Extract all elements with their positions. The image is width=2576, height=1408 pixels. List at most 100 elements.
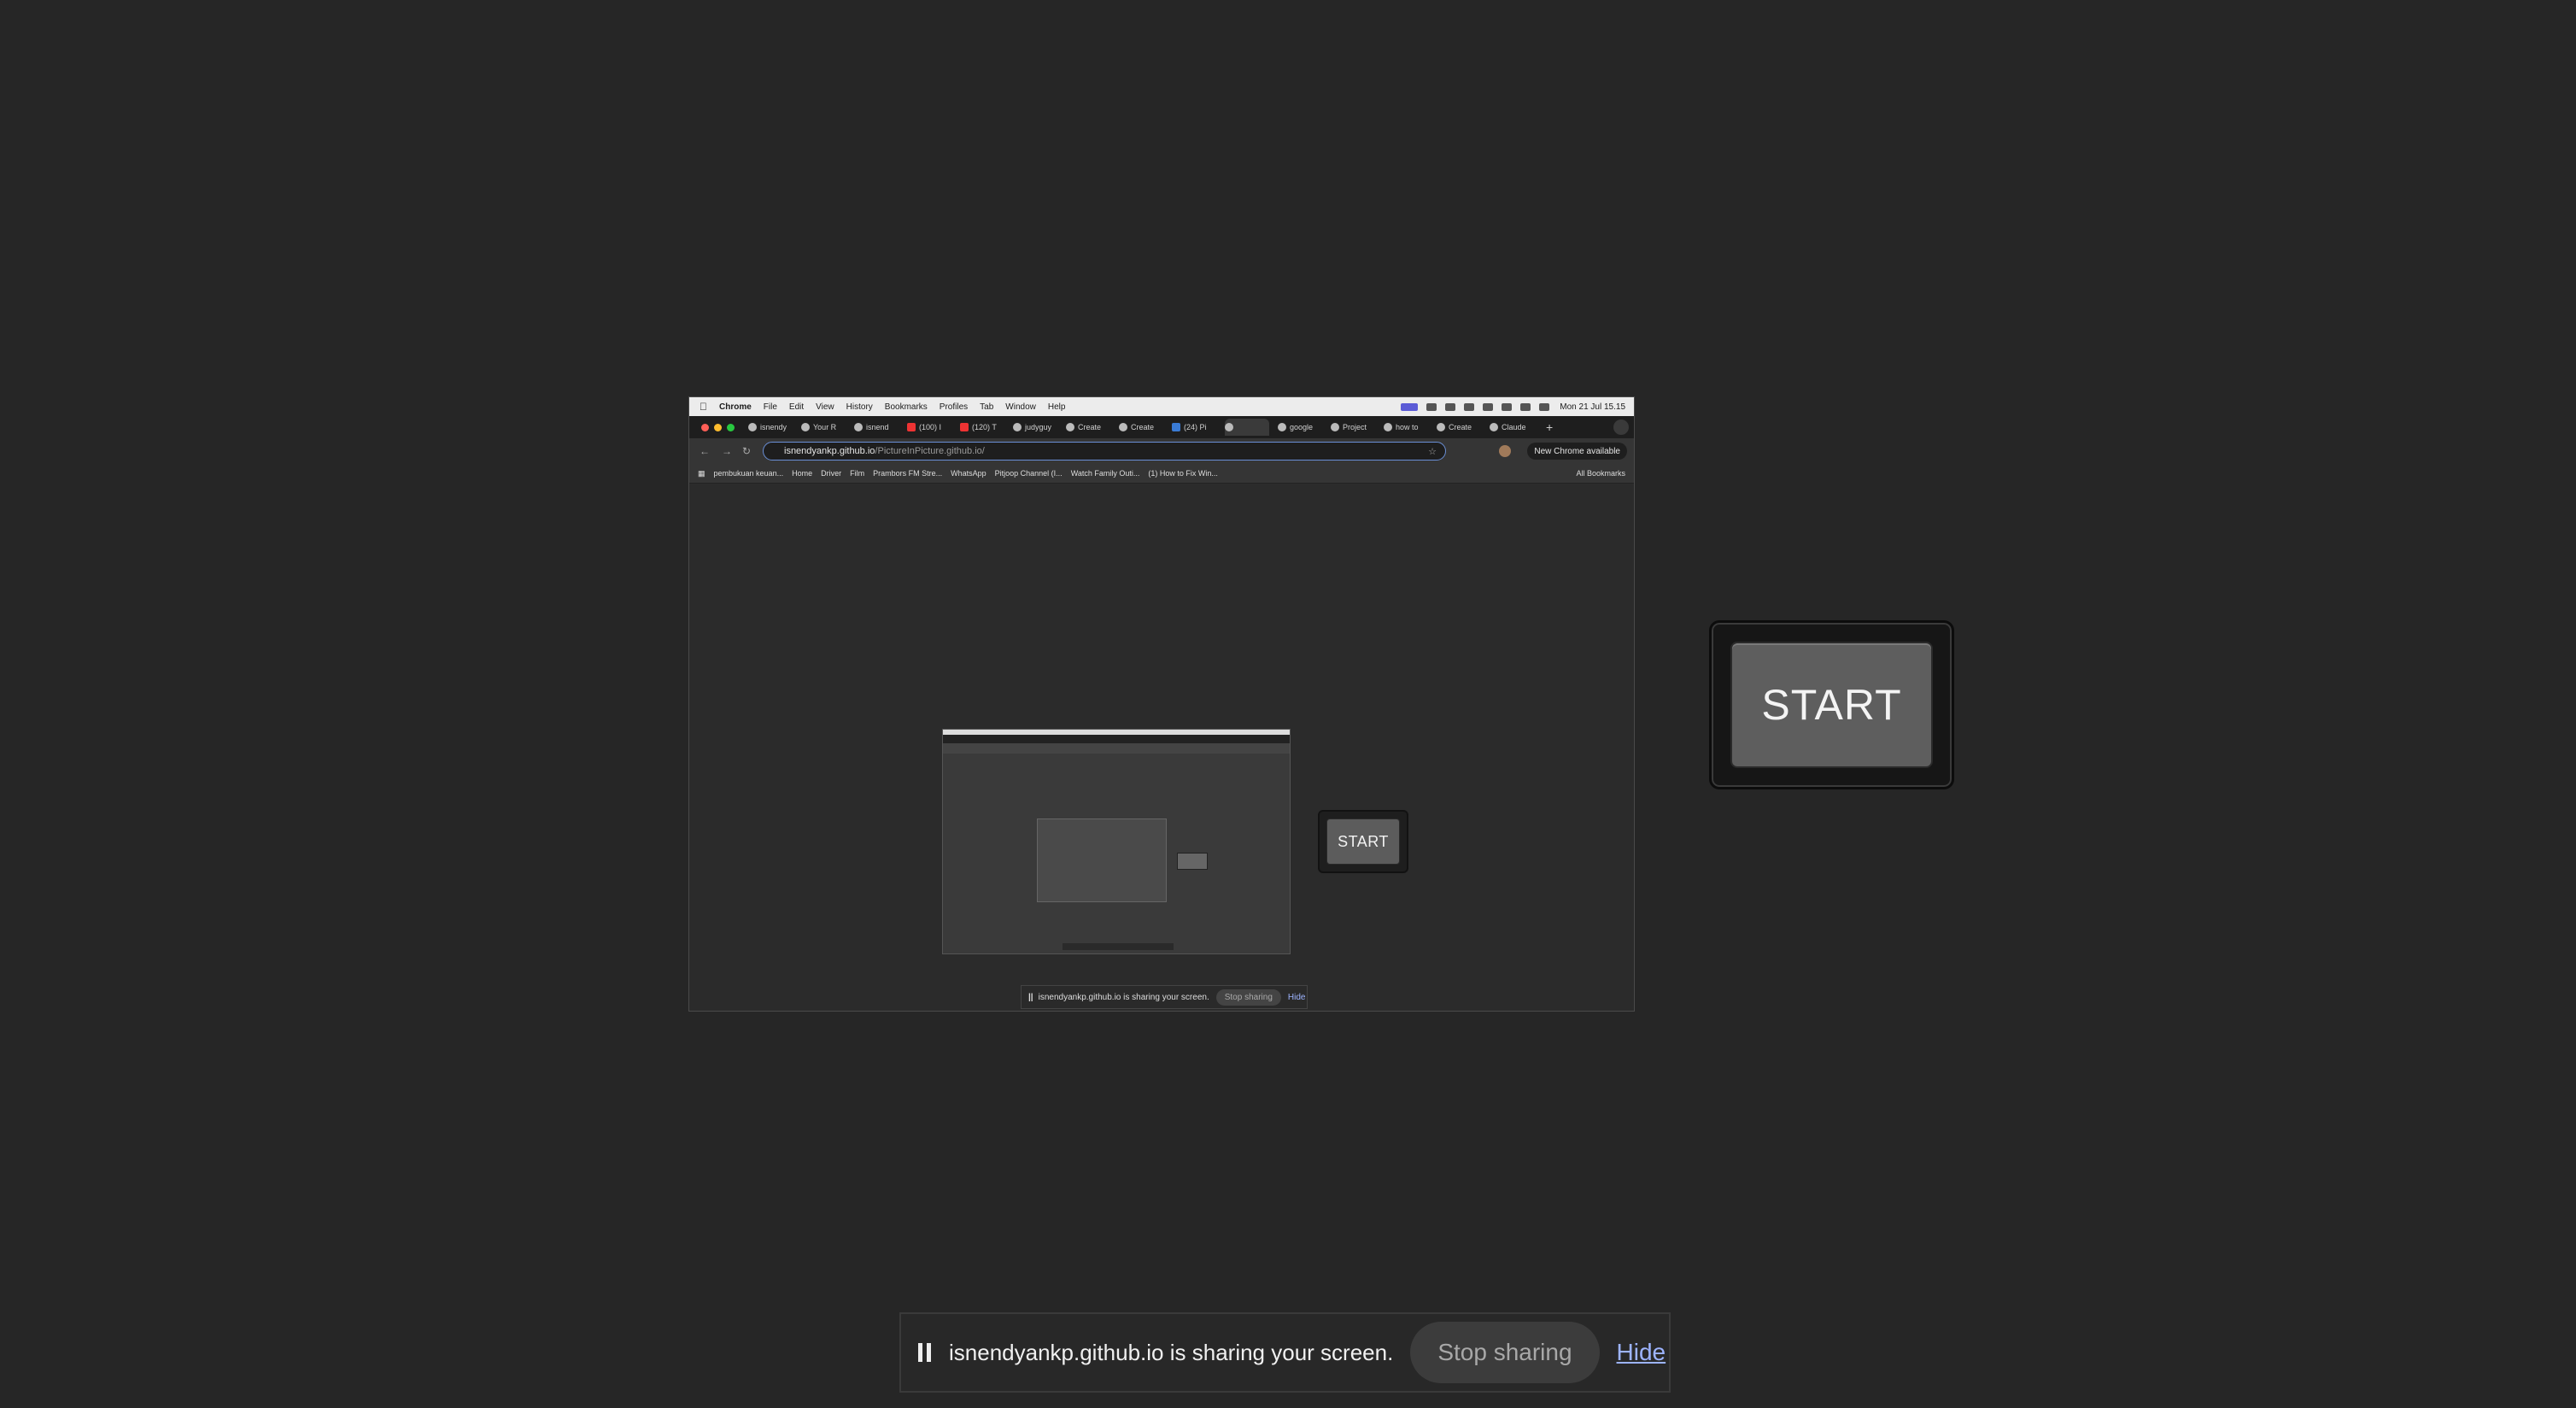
- bookmark-item: Home: [792, 469, 813, 478]
- window-controls: [701, 423, 740, 431]
- menu-item-help: Help: [1039, 402, 1066, 412]
- active-tab-icon: [1225, 423, 1233, 431]
- back-icon: ←: [700, 445, 710, 457]
- all-bookmarks: All Bookmarks: [1576, 469, 1625, 478]
- browser-tab: google: [1278, 419, 1322, 436]
- nested-nested-preview: [1037, 818, 1167, 902]
- record-icon: [1445, 402, 1456, 411]
- project-icon: [1331, 423, 1339, 431]
- menu-item-file: File: [755, 402, 777, 412]
- tab-label: how to: [1396, 423, 1419, 431]
- browser-tab-active: [1225, 419, 1269, 436]
- bookmark-item: pembukuan keuan...: [713, 469, 784, 478]
- browser-tab: how to: [1384, 419, 1428, 436]
- tab-label: Create: [1131, 423, 1155, 431]
- browser-tab: judyguy: [1013, 419, 1057, 436]
- browser-tab: Claude: [1490, 419, 1534, 436]
- inner-hide-link: Hide: [1287, 992, 1306, 1002]
- browser-tab-strip: isnendy Your R isnend (100) I (120) T ju…: [689, 416, 1634, 438]
- screen-share-status-icon: [1401, 402, 1419, 411]
- hide-link[interactable]: Hide: [1617, 1339, 1666, 1366]
- inner-page-content: START || isnendyankp.github.io is sharin…: [689, 484, 1634, 1011]
- menu-item-profiles: Profiles: [931, 402, 968, 412]
- tab-label: Your R: [813, 423, 837, 431]
- youtube-icon: [960, 423, 969, 431]
- browser-tab: Your R: [801, 419, 846, 436]
- close-window-icon: [701, 423, 709, 431]
- tab-label: isnendy: [760, 423, 787, 431]
- screen-share-bar: isnendyankp.github.io is sharing your sc…: [899, 1312, 1671, 1393]
- nested-share-bar: [1063, 943, 1174, 950]
- control-center-icon: [1539, 402, 1550, 411]
- github-icon: [1013, 423, 1022, 431]
- wifi-icon: [1483, 402, 1494, 411]
- macos-menubar:  Chrome File Edit View History Bookmark…: [689, 397, 1634, 416]
- bookmark-item: Pitjoop Channel (I...: [994, 469, 1063, 478]
- bookmark-star-icon: ☆: [1428, 446, 1437, 457]
- github-icon: [854, 423, 863, 431]
- moon-icon: [1464, 402, 1475, 411]
- address-bar: isnendyankp.github.io/PictureInPicture.g…: [763, 442, 1446, 461]
- drive-icon: [1066, 423, 1074, 431]
- github-icon: [801, 423, 810, 431]
- menu-item-view: View: [808, 402, 834, 412]
- pause-icon: [918, 1343, 935, 1362]
- tab-label: Project: [1343, 423, 1367, 431]
- address-domain: isnendyankp.github.io: [784, 446, 875, 456]
- tab-label: Create: [1078, 423, 1102, 431]
- browser-tab: isnendy: [748, 419, 793, 436]
- new-chrome-available-button: New Chrome available: [1527, 443, 1627, 460]
- menu-item-tab: Tab: [972, 402, 993, 412]
- browser-tab: Project: [1331, 419, 1375, 436]
- minimize-window-icon: [714, 423, 722, 431]
- stop-sharing-button[interactable]: Stop sharing: [1410, 1322, 1600, 1383]
- battery-icon: [1502, 402, 1513, 411]
- grid-icon: [1426, 402, 1437, 411]
- tab-label: judyguy: [1025, 423, 1052, 431]
- maximize-window-icon: [727, 423, 735, 431]
- bookmarks-bar: ▦ pembukuan keuan... Home Driver Film Pr…: [689, 464, 1634, 484]
- youtube-icon: [907, 423, 916, 431]
- bookmark-item: (1) How to Fix Win...: [1148, 469, 1218, 478]
- reload-icon: ↻: [742, 445, 752, 457]
- profile-avatar: [1499, 445, 1511, 457]
- tab-label: Claude: [1502, 423, 1526, 431]
- notion-icon: [1384, 423, 1392, 431]
- search-icon: [1520, 402, 1531, 411]
- tab-label: (120) T: [972, 423, 997, 431]
- browser-tab: isnend: [854, 419, 899, 436]
- menubar-clock: Mon 21 Jul 15.15: [1560, 402, 1625, 412]
- tab-label: Create: [1449, 423, 1472, 431]
- github-icon: [1437, 423, 1445, 431]
- github-icon: [1119, 423, 1127, 431]
- tab-search-icon: [1613, 419, 1629, 435]
- browser-tab: (100) I: [907, 419, 951, 436]
- browser-toolbar: ← → ↻ isnendyankp.github.io/PictureInPic…: [689, 438, 1634, 464]
- address-path: /PictureInPicture.github.io/: [875, 446, 985, 456]
- new-tab-icon: +: [1546, 420, 1554, 434]
- tab-label: (100) I: [919, 423, 942, 431]
- menu-item-window: Window: [998, 402, 1036, 412]
- menubar-status-area: Mon 21 Jul 15.15: [1392, 397, 1625, 416]
- claude-icon: [1490, 423, 1498, 431]
- browser-tab: (24) Pi: [1172, 419, 1216, 436]
- tab-label: isnend: [866, 423, 889, 431]
- shared-screen-preview:  Chrome File Edit View History Bookmark…: [688, 396, 1635, 1012]
- forward-icon: →: [722, 445, 732, 457]
- nested-start-button: [1177, 853, 1208, 870]
- bookmark-item: Film: [850, 469, 865, 478]
- apple-icon: : [700, 401, 707, 413]
- inner-share-bar: || isnendyankp.github.io is sharing your…: [1021, 985, 1308, 1009]
- bookmark-item: Driver: [821, 469, 842, 478]
- start-button[interactable]: START: [1709, 620, 1954, 789]
- bookmark-item: WhatsApp: [951, 469, 986, 478]
- tab-label: (24) Pi: [1184, 423, 1207, 431]
- linkedin-icon: [1172, 423, 1180, 431]
- apps-icon: ▦: [698, 468, 705, 478]
- start-button-label[interactable]: START: [1730, 642, 1933, 768]
- inner-share-message: isnendyankp.github.io is sharing your sc…: [1038, 992, 1209, 1002]
- inner-stop-sharing-button: Stop sharing: [1215, 989, 1281, 1006]
- inner-start-button-face: START: [1326, 818, 1400, 865]
- browser-tab: Create: [1066, 419, 1110, 436]
- inner-start-button: START: [1318, 810, 1408, 873]
